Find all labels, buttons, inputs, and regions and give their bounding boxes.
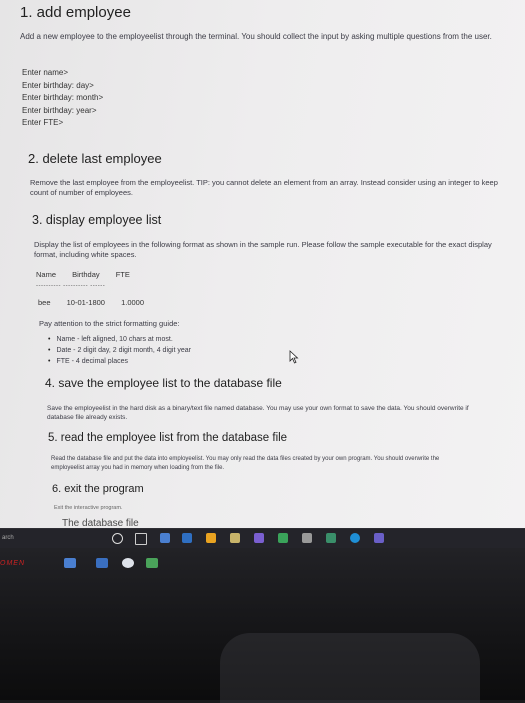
app-icon-6[interactable] [278, 533, 288, 543]
sample-birthday: 10-01-1800 [66, 298, 105, 307]
prompt-year: Enter birthday: year> [22, 105, 97, 115]
section-6-title: 6. exit the program [52, 483, 144, 495]
lower-icon-2 [96, 558, 108, 568]
app-icon-9[interactable] [350, 533, 360, 543]
app-icon-7[interactable] [302, 533, 312, 543]
format-separator: ---------- ---------- ------ [36, 283, 106, 289]
lower-icon-4 [146, 558, 158, 568]
rule-fte: FTE - 4 decimal places [48, 356, 191, 367]
monitor-brand-label: OMEN [0, 560, 25, 567]
app-icon-8[interactable] [326, 533, 336, 543]
prompt-fte: Enter FTE> [22, 118, 64, 127]
task-view-icon[interactable] [135, 533, 147, 545]
cortana-icon[interactable] [112, 533, 123, 544]
formatting-rules: Name - left aligned, 10 chars at most. D… [48, 334, 191, 367]
section-5-description: Read the database file and put the data … [51, 456, 440, 471]
stand-reflection [220, 633, 480, 703]
section-6-description: Exit the interactive program. [54, 505, 123, 511]
section-4-title: 4. save the employee list to the databas… [45, 376, 282, 390]
section-1-title: 1. add employee [20, 4, 131, 21]
sample-row: bee 10-01-1800 1.0000 [38, 298, 158, 307]
header-birthday: Birthday [72, 270, 100, 279]
prompt-name: Enter name> [22, 68, 69, 77]
input-prompts: Enter name> Enter birthday: day> Enter b… [22, 67, 103, 130]
formatting-guide-title: Pay attention to the strict formatting g… [39, 319, 180, 328]
section-3-title: 3. display employee list [32, 213, 162, 227]
header-name: Name [36, 270, 57, 279]
header-fte: FTE [115, 270, 130, 279]
section-4-description: Save the employeelist in the hard disk a… [47, 405, 469, 421]
app-icon-2[interactable] [182, 533, 192, 543]
app-icon-10[interactable] [374, 533, 384, 543]
section-2-title: 2. delete last employee [28, 151, 162, 166]
section-1-description: Add a new employee to the employeelist t… [20, 32, 492, 41]
app-icon-4[interactable] [230, 533, 240, 543]
lower-icon-3 [122, 558, 134, 568]
section-2-description: Remove the last employee from the employ… [30, 178, 498, 197]
rule-date: Date - 2 digit day, 2 digit month, 4 dig… [48, 345, 191, 356]
lower-icon-1 [64, 558, 76, 568]
app-icon-1[interactable] [160, 533, 170, 543]
format-header: Name Birthday FTE [36, 270, 144, 279]
section-3-description: Display the list of employees in the fol… [34, 240, 492, 259]
app-icon-3[interactable] [206, 533, 216, 543]
rule-name: Name - left aligned, 10 chars at most. [48, 334, 191, 345]
monitor-bezel: OMEN [0, 548, 525, 703]
cut-off-heading: The database file [62, 518, 139, 528]
prompt-day: Enter birthday: day> [22, 80, 94, 90]
windows-taskbar: arch [0, 528, 525, 549]
document-page: 1. add employee Add a new employee to th… [0, 0, 525, 528]
mouse-cursor-icon [289, 350, 299, 364]
section-5-title: 5. read the employee list from the datab… [48, 432, 288, 444]
sample-fte: 1.0000 [121, 298, 145, 307]
app-icon-5[interactable] [254, 533, 264, 543]
taskbar-search-label[interactable]: arch [2, 535, 14, 541]
sample-name: bee [38, 298, 51, 307]
prompt-month: Enter birthday: month> [22, 93, 104, 102]
